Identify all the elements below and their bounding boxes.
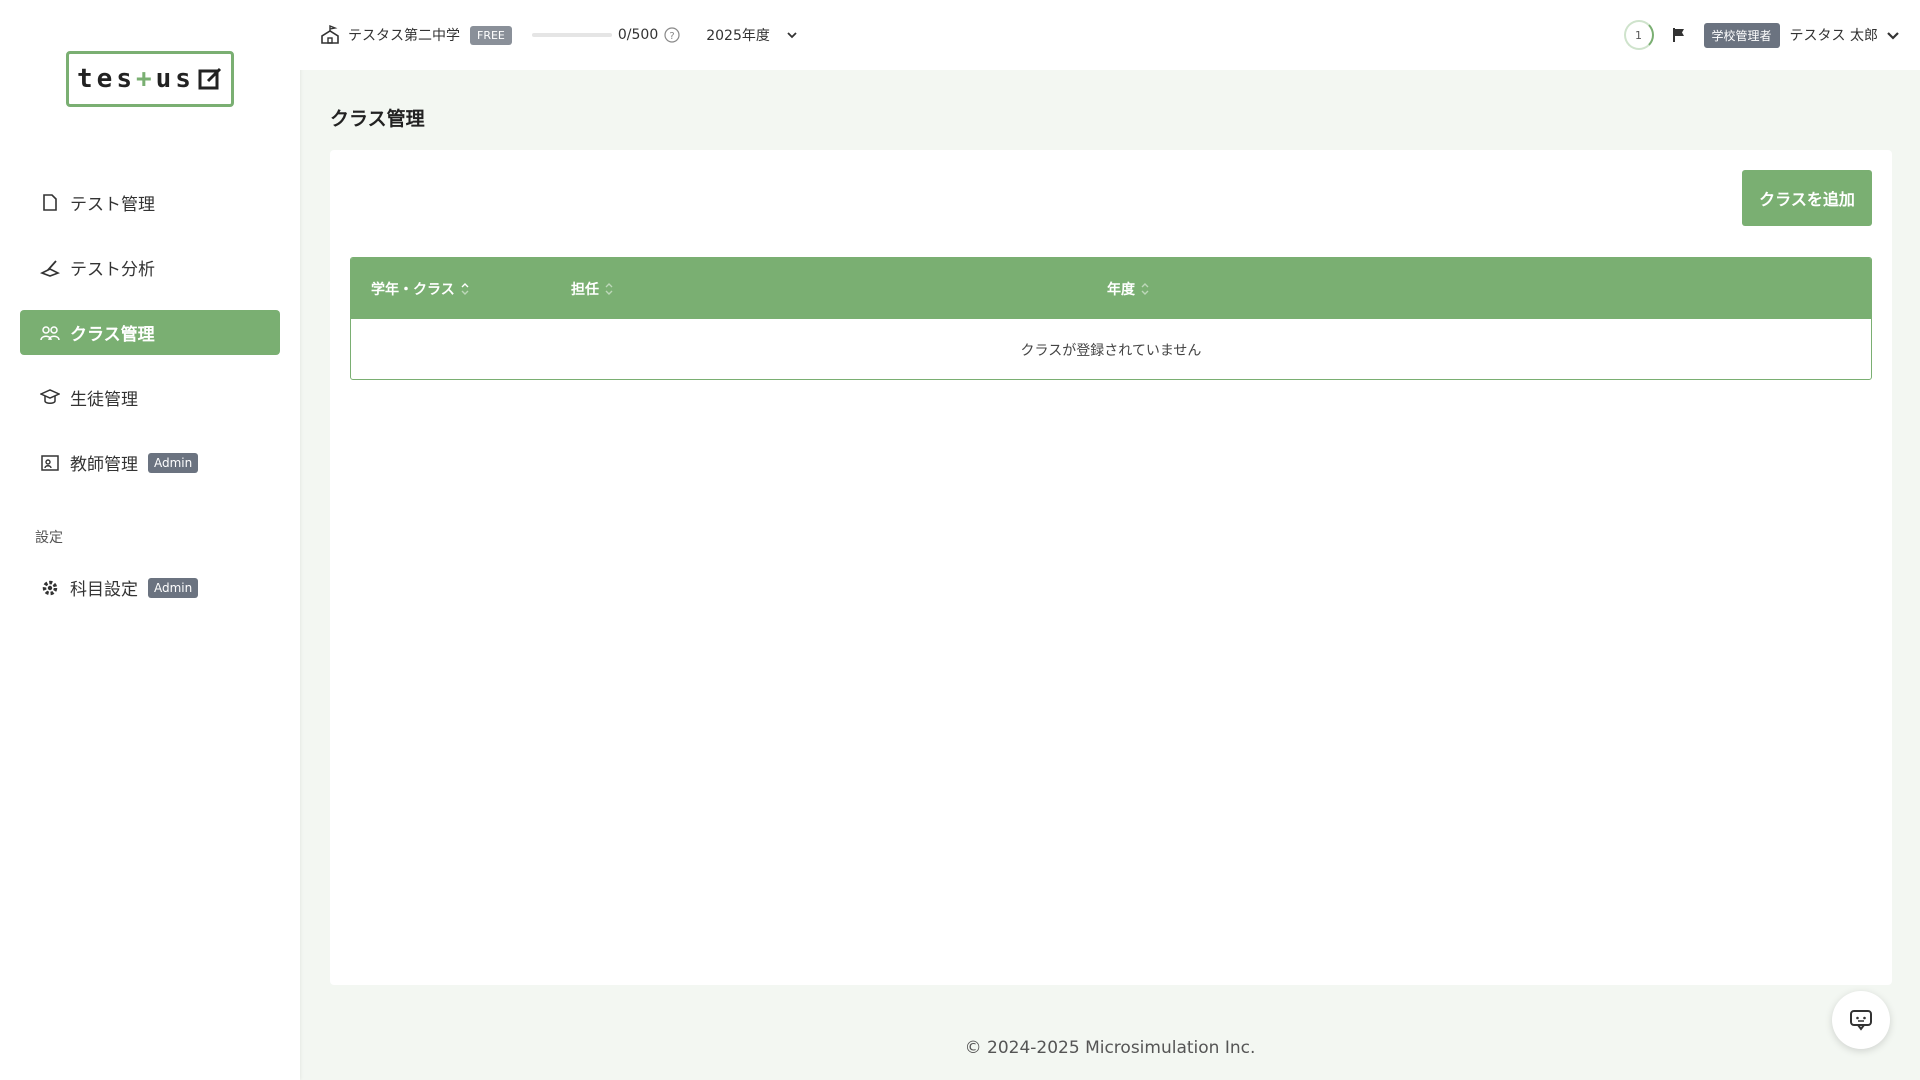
empty-message: クラスが登録されていません [1020, 342, 1202, 359]
gear-icon [40, 578, 60, 598]
column-header-homeroom-teacher[interactable]: 担任 [571, 258, 613, 319]
column-header-grade-class[interactable]: 学年・クラス [371, 258, 469, 319]
graduation-cap-icon [40, 388, 60, 408]
sidebar-item-test-management[interactable]: テスト管理 [20, 180, 280, 225]
user-name[interactable]: テスタス 太郎 [1790, 25, 1878, 45]
chat-icon [1849, 1009, 1873, 1031]
sidebar-item-test-analysis[interactable]: テスト分析 [20, 245, 280, 290]
sidebar-item-label: テスト管理 [70, 195, 155, 215]
analysis-icon [40, 258, 60, 278]
sidebar-item-class-management[interactable]: クラス管理 [20, 310, 280, 355]
sidebar: tes + us テスト管理 テスト分析 クラス管理 生徒管理 教師管理 Admi [0, 0, 300, 1080]
column-header-label: 学年・クラス [371, 281, 455, 298]
sort-icon [1141, 282, 1149, 296]
column-header-label: 年度 [1107, 281, 1135, 298]
content-card: クラスを追加 学年・クラス 担任 年度 クラスが登録されていません [330, 150, 1892, 985]
sidebar-item-subject-settings[interactable]: 科目設定 Admin [20, 565, 280, 610]
role-badge: 学校管理者 [1703, 22, 1780, 48]
settings-heading: 設定 [35, 530, 63, 546]
class-table: 学年・クラス 担任 年度 クラスが登録されていません [350, 257, 1872, 380]
admin-badge: Admin [148, 452, 199, 473]
sort-icon [461, 282, 469, 296]
logo-plus: + [136, 64, 156, 94]
add-class-button[interactable]: クラスを追加 [1742, 170, 1872, 226]
school-icon [320, 25, 340, 45]
column-header-year[interactable]: 年度 [1107, 258, 1149, 319]
chevron-down-icon [786, 31, 798, 39]
usage-count: 0/500 [617, 27, 659, 43]
testus-logo[interactable]: tes + us [66, 51, 234, 107]
notification-counter[interactable]: 1 [1623, 20, 1654, 50]
year-select-value: 2025年度 [706, 28, 770, 44]
sidebar-item-label: 科目設定 [70, 580, 138, 600]
sidebar-item-label: クラス管理 [70, 325, 155, 345]
school-name: テスタス第二中学 [348, 28, 460, 44]
page-title: クラス管理 [330, 108, 425, 130]
plan-badge: FREE [470, 25, 512, 45]
notification-count: 1 [1635, 28, 1643, 42]
sidebar-item-teacher-management[interactable]: 教師管理 Admin [20, 440, 280, 485]
usage-progress-bar [531, 33, 612, 37]
svg-text:?: ? [670, 31, 675, 42]
edit-icon [197, 66, 223, 92]
table-empty-row: クラスが登録されていません [351, 319, 1871, 379]
sidebar-item-label: 教師管理 [70, 455, 138, 475]
footer-copyright: © 2024-2025 Microsimulation Inc. [964, 1038, 1256, 1058]
flag-icon[interactable] [1672, 27, 1686, 43]
table-header: 学年・クラス 担任 年度 [351, 258, 1871, 319]
sidebar-item-student-management[interactable]: 生徒管理 [20, 375, 280, 420]
admin-badge: Admin [148, 577, 199, 598]
sidebar-item-label: 生徒管理 [70, 390, 138, 410]
sort-icon [605, 282, 613, 296]
document-icon [40, 193, 60, 213]
sidebar-item-label: テスト分析 [70, 260, 155, 280]
column-header-label: 担任 [571, 281, 599, 298]
chevron-down-icon[interactable] [1886, 31, 1900, 40]
teacher-board-icon [40, 453, 60, 473]
chat-support-button[interactable] [1832, 991, 1890, 1049]
logo-text-end: us [155, 64, 195, 94]
top-header: テスタス第二中学 FREE 0/500 ? 2025年度 1 学校管理者 テスタ… [300, 0, 1920, 70]
help-icon[interactable]: ? [664, 27, 680, 43]
year-select[interactable]: 2025年度 [706, 25, 798, 45]
logo-text-start: tes [77, 64, 136, 94]
group-icon [40, 323, 60, 343]
